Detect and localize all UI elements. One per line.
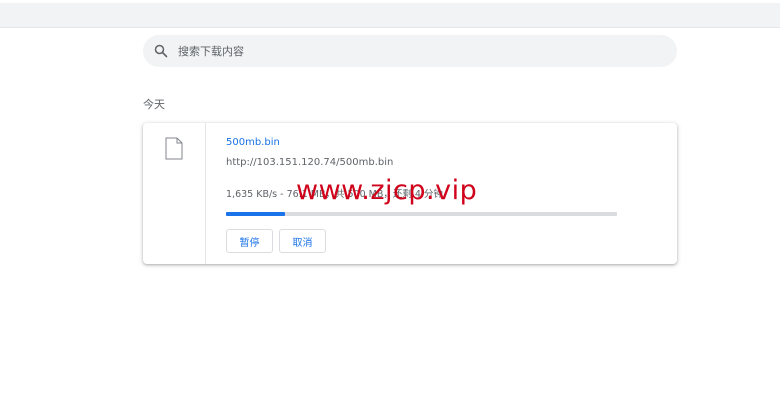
- search-input[interactable]: [178, 44, 648, 58]
- section-date-heading: 今天: [143, 98, 165, 111]
- pause-button[interactable]: 暂停: [226, 229, 273, 253]
- file-icon-column: [143, 123, 206, 264]
- file-icon: [165, 137, 183, 160]
- progress-bar: [226, 212, 617, 216]
- search-icon: [154, 44, 168, 58]
- file-url: http://103.151.120.74/500mb.bin: [226, 157, 394, 168]
- watermark-text: www.zjcp.vip: [296, 175, 478, 206]
- cancel-button[interactable]: 取消: [279, 229, 326, 253]
- file-name-link[interactable]: 500mb.bin: [226, 137, 280, 148]
- toolbar-strip: [0, 0, 780, 3]
- search-bar[interactable]: [143, 35, 677, 67]
- top-toolbar: [0, 0, 780, 28]
- progress-fill: [226, 212, 285, 216]
